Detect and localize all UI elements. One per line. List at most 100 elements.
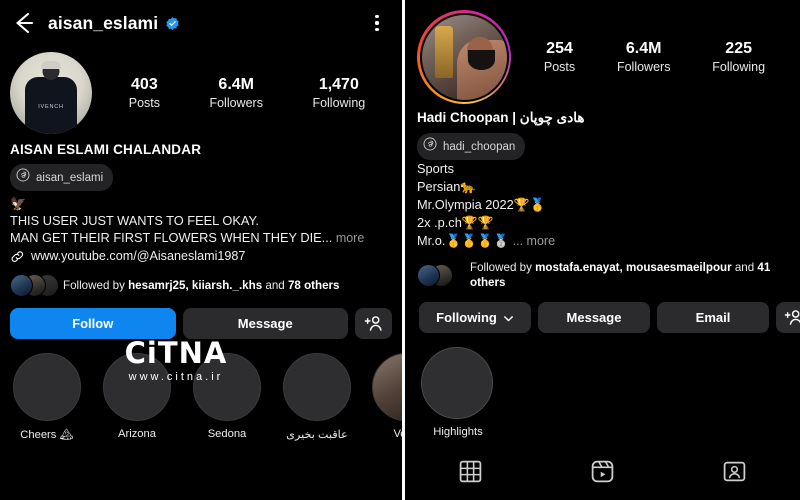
highlight-thumb bbox=[283, 352, 351, 421]
stat-value: 254 bbox=[546, 39, 573, 57]
add-user-icon bbox=[363, 313, 384, 334]
stat-following[interactable]: 225 Following bbox=[712, 39, 765, 75]
kebab-menu-icon[interactable] bbox=[366, 10, 388, 36]
followed-by-avatars bbox=[417, 263, 461, 287]
identity-row: 254 Posts 6.4M Followers 225 Following bbox=[405, 0, 800, 104]
followed-by-row[interactable]: Followed by mostafa.enayat, mousaesmaeil… bbox=[417, 260, 788, 290]
bottom-tab-bar bbox=[405, 442, 800, 500]
back-arrow-icon[interactable] bbox=[10, 9, 38, 37]
stat-label: Posts bbox=[543, 59, 576, 74]
link-icon bbox=[10, 249, 25, 264]
stat-following[interactable]: 1,470 Following bbox=[312, 75, 365, 111]
threads-icon bbox=[16, 168, 30, 187]
highlight-item[interactable]: Ve bbox=[372, 352, 402, 441]
avatar-trophy bbox=[435, 26, 454, 79]
bio-section: AISAN ESLAMI CHALANDAR aisan_eslami 🦅 TH… bbox=[0, 134, 402, 298]
threads-handle: hadi_choopan bbox=[443, 140, 516, 153]
highlight-thumb bbox=[103, 352, 171, 421]
instagram-profile-right: 254 Posts 6.4M Followers 225 Following H… bbox=[405, 0, 800, 500]
threads-badge[interactable]: hadi_choopan bbox=[417, 133, 526, 160]
add-user-button[interactable] bbox=[776, 302, 800, 334]
following-button[interactable]: Following bbox=[419, 302, 531, 334]
message-button[interactable]: Message bbox=[182, 307, 348, 339]
bio-line-3: Mr.Olympia 2022🏆🥇 bbox=[417, 196, 546, 212]
highlight-thumb bbox=[372, 352, 402, 421]
highlight-label: Arizona bbox=[118, 427, 156, 440]
message-button[interactable]: Message bbox=[538, 302, 650, 334]
highlight-label: Highlights bbox=[433, 426, 483, 439]
bio-emoji-line: 🦅 bbox=[10, 196, 27, 211]
tagged-tab[interactable] bbox=[668, 459, 800, 484]
grid-tab[interactable] bbox=[405, 459, 537, 484]
stat-followers[interactable]: 6.4M Followers bbox=[617, 39, 671, 75]
followed-by-names: hesamrj25, kiiarsh._.khs bbox=[128, 279, 263, 293]
highlight-item[interactable]: Highlights bbox=[421, 347, 495, 438]
bio-line-2: MAN GET THEIR FIRST FLOWERS WHEN THEY DI… bbox=[10, 229, 392, 247]
profile-full-name: AISAN ESLAMI CHALANDAR bbox=[10, 142, 202, 157]
add-user-button[interactable] bbox=[355, 307, 392, 339]
bio-section: Hadi Choopan | هادی چوپان hadi_choopan S… bbox=[405, 104, 800, 290]
highlights-row: Cheers 🏔 Arizona Sedona عاقبت بخیری Ve C… bbox=[0, 338, 402, 441]
highlight-item[interactable]: Cheers 🏔 bbox=[12, 352, 82, 441]
highlight-label: Sedona bbox=[207, 427, 247, 440]
bio-more-link[interactable]: more bbox=[332, 231, 364, 245]
followed-by-prefix: Followed by bbox=[63, 279, 129, 293]
bio-line-1: Sports bbox=[417, 161, 454, 176]
profile-handle-wrap[interactable]: aisan_eslami bbox=[48, 13, 356, 34]
bio-line-2-text: MAN GET THEIR FIRST FLOWERS WHEN THEY DI… bbox=[10, 229, 333, 245]
highlight-item[interactable]: عاقبت بخیری bbox=[282, 352, 352, 441]
highlight-label: Ve bbox=[393, 427, 402, 440]
stat-label: Following bbox=[712, 59, 766, 74]
avatar[interactable]: IVENCH bbox=[10, 52, 92, 134]
email-button[interactable]: Email bbox=[657, 302, 769, 334]
followed-by-names: mostafa.enayat, mousaesmaeilpour bbox=[535, 261, 732, 275]
action-buttons-row: Following Message Email bbox=[405, 290, 800, 334]
followed-by-text: Followed by hesamrj25, kiiarsh._.khs and… bbox=[63, 278, 340, 293]
reels-tab[interactable] bbox=[537, 459, 669, 484]
avatar-beard bbox=[467, 50, 495, 71]
followed-by-middle: and bbox=[262, 279, 288, 293]
stat-posts[interactable]: 254 Posts bbox=[544, 39, 575, 75]
external-link-row[interactable]: www.youtube.com/@Aisaneslami1987 bbox=[10, 249, 392, 264]
highlight-thumb bbox=[421, 347, 493, 420]
stat-label: Posts bbox=[128, 95, 160, 110]
bio-line-2: Persian🐆 bbox=[417, 178, 477, 194]
stat-posts[interactable]: 403 Posts bbox=[129, 75, 160, 111]
top-bar: aisan_eslami bbox=[0, 0, 402, 46]
add-user-icon bbox=[783, 307, 800, 328]
profile-full-name: Hadi Choopan | هادی چوپان bbox=[417, 110, 585, 125]
bio-line-1: THIS USER JUST WANTS TO FEEL OKAY. bbox=[10, 212, 259, 228]
threads-badge[interactable]: aisan_eslami bbox=[10, 164, 114, 191]
stat-label: Followers bbox=[209, 95, 263, 110]
stat-value: 6.4M bbox=[218, 75, 254, 93]
following-button-label: Following bbox=[436, 310, 497, 326]
followed-by-row[interactable]: Followed by hesamrj25, kiiarsh._.khs and… bbox=[10, 274, 392, 298]
follower-avatar bbox=[417, 263, 440, 287]
threads-icon bbox=[423, 137, 437, 156]
profile-handle: aisan_eslami bbox=[48, 12, 159, 33]
stats-row: 403 Posts 6.4M Followers 1,470 Following bbox=[92, 75, 390, 111]
stat-followers[interactable]: 6.4M Followers bbox=[209, 75, 263, 111]
followed-by-text: Followed by mostafa.enayat, mousaesmaeil… bbox=[470, 260, 788, 290]
avatar[interactable] bbox=[419, 12, 509, 102]
bio-line-5: Mr.o.🥇🥇🥇🥈 ... more bbox=[417, 232, 788, 251]
highlight-label: عاقبت بخیری bbox=[286, 428, 348, 441]
threads-handle: aisan_eslami bbox=[36, 171, 104, 184]
bio-line-5-text: Mr.o.🥇🥇🥇🥈 bbox=[417, 232, 510, 248]
bio-more-link[interactable]: ... more bbox=[509, 234, 555, 248]
follow-button[interactable]: Follow bbox=[10, 307, 176, 339]
story-ring[interactable] bbox=[417, 10, 511, 104]
highlight-label: Cheers 🏔 bbox=[20, 428, 74, 441]
followed-by-middle: and bbox=[731, 261, 758, 275]
stat-value: 403 bbox=[131, 75, 158, 93]
highlight-thumb bbox=[13, 352, 81, 421]
highlight-item[interactable]: Sedona bbox=[192, 352, 262, 441]
highlight-item[interactable]: Arizona bbox=[102, 352, 172, 441]
grid-tab-icon bbox=[458, 459, 483, 484]
stat-label: Following bbox=[312, 95, 366, 110]
tagged-tab-icon bbox=[722, 459, 747, 484]
followed-by-count: 78 others bbox=[287, 279, 340, 293]
stat-value: 1,470 bbox=[318, 75, 359, 93]
followed-by-avatars bbox=[10, 274, 59, 298]
instagram-profile-left: aisan_eslami IVENCH 403 Posts 6.4M Follo… bbox=[0, 0, 402, 500]
